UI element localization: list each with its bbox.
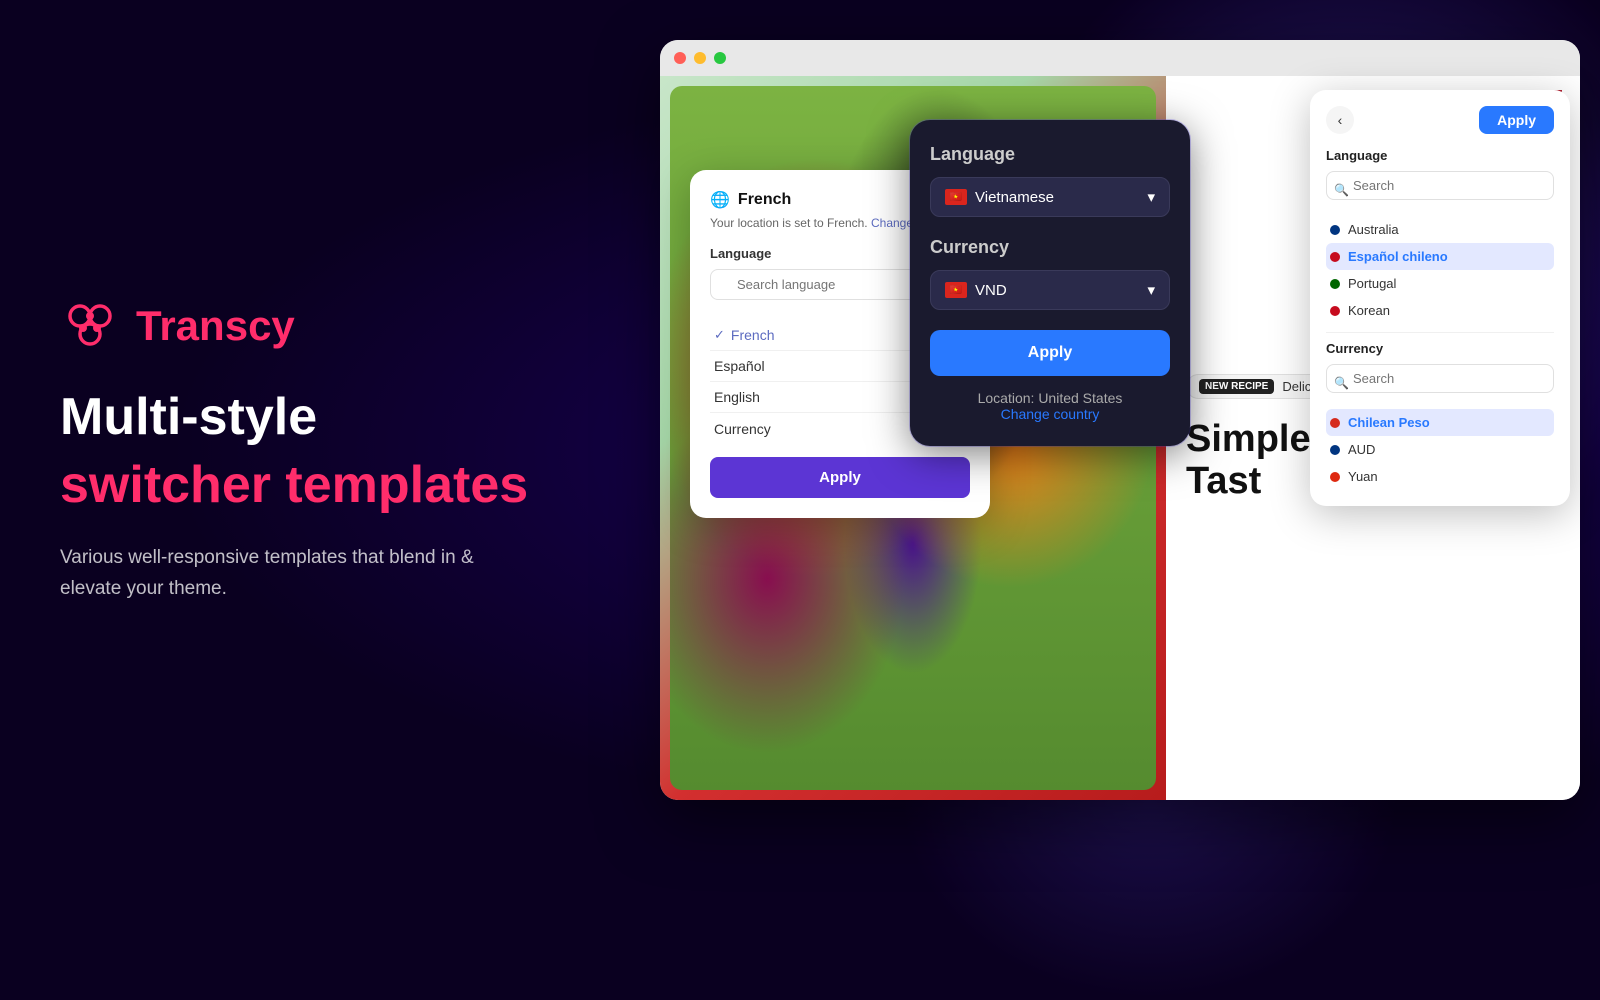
right-search-cur-icon: 🔍 <box>1334 376 1349 390</box>
viet-lang-value: 🇻🇳 Vietnamese <box>945 189 1054 206</box>
flag-dot-es <box>1330 252 1340 262</box>
headline-line1: Multi-style <box>60 388 620 448</box>
right-currency-chilean-peso[interactable]: Chilean Peso <box>1326 409 1554 436</box>
modal-french-title: French <box>738 191 791 209</box>
browser-dot-green <box>714 52 726 64</box>
headline-line2: switcher templates <box>60 456 620 516</box>
viet-currency-label: Currency <box>930 237 1170 258</box>
viet-currency-value: 🇻🇳 VND <box>945 282 1007 299</box>
flag-dot-pt <box>1330 279 1340 289</box>
right-lang-australia[interactable]: Australia <box>1326 216 1554 243</box>
right-search-lang-icon: 🔍 <box>1334 183 1349 197</box>
transcy-logo-icon <box>60 296 120 356</box>
right-lang-espanol-chileno[interactable]: Español chileno <box>1326 243 1554 270</box>
apply-button-right[interactable]: Apply <box>1479 106 1554 134</box>
right-lang-korean[interactable]: Korean <box>1326 297 1554 324</box>
vn-flag-icon: 🇻🇳 <box>945 189 967 205</box>
right-currency-aud[interactable]: AUD <box>1326 436 1554 463</box>
dropdown-chevron-2: ▾ <box>1147 281 1155 299</box>
browser-topbar <box>660 40 1580 76</box>
browser-dot-yellow <box>694 52 706 64</box>
viet-lang-dropdown[interactable]: 🇻🇳 Vietnamese ▾ <box>930 177 1170 217</box>
divider <box>1326 332 1554 333</box>
left-panel: Transcy Multi-style switcher templates V… <box>60 0 620 900</box>
modal-right-header: ‹ Apply <box>1326 106 1554 134</box>
subtext: Various well-responsive templates that b… <box>60 543 540 604</box>
right-lang-portugal[interactable]: Portugal <box>1326 270 1554 297</box>
right-lang-search-input[interactable] <box>1326 171 1554 200</box>
change-link[interactable]: Change <box>871 216 913 230</box>
right-currency-section-label: Currency <box>1326 341 1554 356</box>
new-recipe-tag: NEW RECIPE <box>1199 379 1274 394</box>
right-currency-search-wrap: 🔍 <box>1326 364 1554 401</box>
globe-icon: 🌐 <box>710 190 730 210</box>
modal-viet: Language 🇻🇳 Vietnamese ▾ Currency 🇻🇳 VND… <box>910 120 1190 446</box>
right-lang-search-wrap: 🔍 <box>1326 171 1554 208</box>
flag-dot-kr <box>1330 306 1340 316</box>
right-currency-yuan[interactable]: Yuan <box>1326 463 1554 490</box>
flag-dot-aud <box>1330 445 1340 455</box>
back-button[interactable]: ‹ <box>1326 106 1354 134</box>
right-lang-section-label: Language <box>1326 148 1554 163</box>
vnd-flag-icon: 🇻🇳 <box>945 282 967 298</box>
right-currency-search-input[interactable] <box>1326 364 1554 393</box>
check-icon: ✓ <box>714 327 725 343</box>
logo-text: Transcy <box>136 302 295 350</box>
browser-dot-red <box>674 52 686 64</box>
flag-dot-yuan <box>1330 472 1340 482</box>
dropdown-chevron: ▾ <box>1147 188 1155 206</box>
location-text: Location: United States <box>930 390 1170 406</box>
viet-lang-label: Language <box>930 144 1170 165</box>
apply-button-french[interactable]: Apply <box>710 457 970 498</box>
logo-row: Transcy <box>60 296 620 356</box>
viet-currency-dropdown[interactable]: 🇻🇳 VND ▾ <box>930 270 1170 310</box>
flag-dot-cl <box>1330 418 1340 428</box>
change-country-link[interactable]: Change country <box>930 406 1170 422</box>
right-panel: ★★★★★★ ★★★★★ ★★★★★★ NEW RECIPE Delicious… <box>630 40 1580 860</box>
modal-right: ‹ Apply Language 🔍 Australia Español chi… <box>1310 90 1570 506</box>
flag-dot-au <box>1330 225 1340 235</box>
apply-button-viet[interactable]: Apply <box>930 330 1170 376</box>
